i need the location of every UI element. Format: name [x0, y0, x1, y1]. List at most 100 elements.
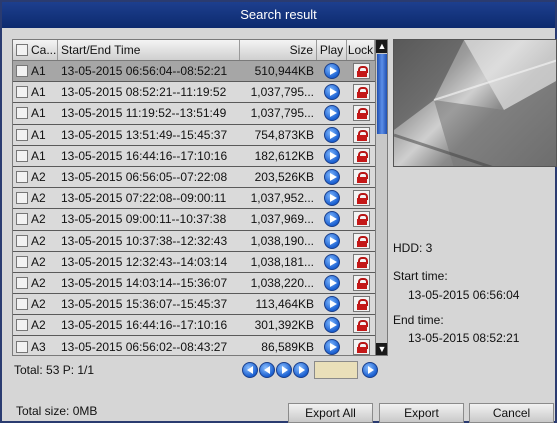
row-camera[interactable]: A2: [13, 234, 58, 248]
camera-label: A1: [31, 148, 46, 163]
table-row[interactable]: A2 13-05-2015 07:22:08--09:00:11 1,037,952…: [13, 188, 375, 210]
play-icon[interactable]: [324, 232, 340, 249]
row-camera[interactable]: A2: [13, 255, 58, 269]
row-checkbox[interactable]: [16, 107, 28, 120]
table-row[interactable]: A1 13-05-2015 16:44:16--17:10:16 182,612KB: [13, 145, 375, 167]
select-all-checkbox[interactable]: [16, 44, 28, 56]
lock-icon[interactable]: [352, 211, 370, 228]
row-time: 13-05-2015 08:52:21--11:19:52: [61, 85, 227, 100]
header-time[interactable]: Start/End Time: [58, 40, 240, 60]
play-icon[interactable]: [324, 169, 340, 186]
row-camera[interactable]: A2: [13, 276, 58, 290]
row-checkbox[interactable]: [16, 298, 28, 311]
lock-icon[interactable]: [352, 338, 370, 355]
table-row[interactable]: A1 13-05-2015 06:56:04--08:52:21 510,944KB: [13, 61, 375, 83]
table-row[interactable]: A2 13-05-2015 06:56:05--07:22:08 203,526KB: [13, 166, 375, 189]
play-icon[interactable]: [324, 63, 340, 80]
row-time: 13-05-2015 16:44:16--17:10:16: [61, 148, 228, 163]
row-camera[interactable]: A2: [13, 191, 58, 205]
row-camera[interactable]: A2: [13, 297, 58, 311]
scroll-up-icon[interactable]: ▲: [376, 40, 387, 53]
lock-icon[interactable]: [352, 190, 370, 207]
table-row[interactable]: A1 13-05-2015 11:19:52--13:51:49 1,037,795…: [13, 103, 375, 125]
lock-icon[interactable]: [352, 126, 370, 143]
row-camera[interactable]: A2: [13, 212, 58, 226]
export-button[interactable]: Export: [379, 403, 464, 423]
lock-icon[interactable]: [352, 253, 370, 270]
row-checkbox[interactable]: [16, 276, 28, 289]
row-checkbox[interactable]: [16, 149, 28, 162]
scroll-thumb[interactable]: [377, 54, 387, 134]
row-time: 13-05-2015 12:32:43--14:03:14: [61, 254, 228, 269]
table-row[interactable]: A2 13-05-2015 09:00:11--10:37:38 1,037,969…: [13, 209, 375, 231]
lock-icon[interactable]: [352, 147, 370, 164]
row-camera[interactable]: A1: [13, 64, 58, 78]
header-camera[interactable]: Ca...: [13, 40, 58, 60]
header-size[interactable]: Size: [240, 40, 317, 60]
table-row[interactable]: A2 13-05-2015 12:32:43--14:03:14 1,038,181…: [13, 251, 375, 273]
row-checkbox[interactable]: [16, 65, 28, 78]
lock-icon[interactable]: [352, 317, 370, 334]
lock-icon[interactable]: [352, 63, 370, 80]
camera-label: A2: [31, 170, 46, 185]
play-icon[interactable]: [324, 253, 340, 270]
row-checkbox[interactable]: [16, 255, 28, 268]
row-camera[interactable]: A3: [13, 340, 58, 354]
row-camera[interactable]: A2: [13, 318, 58, 332]
row-camera[interactable]: A1: [13, 106, 58, 120]
row-size: 1,038,220...: [250, 275, 314, 290]
row-camera[interactable]: A1: [13, 128, 58, 142]
row-checkbox[interactable]: [16, 192, 28, 205]
table-row[interactable]: A2 13-05-2015 15:36:07--15:45:37 113,464KB: [13, 294, 375, 316]
table-row[interactable]: A3 13-05-2015 06:56:02--08:43:27 86,589KB: [13, 336, 375, 355]
play-icon[interactable]: [324, 317, 340, 334]
play-icon[interactable]: [324, 147, 340, 164]
row-checkbox[interactable]: [16, 213, 28, 226]
cancel-button[interactable]: Cancel: [469, 403, 554, 423]
next-page-icon[interactable]: [276, 362, 292, 378]
table-row[interactable]: A2 13-05-2015 10:37:38--12:32:43 1,038,190…: [13, 230, 375, 252]
row-camera[interactable]: A1: [13, 85, 58, 99]
row-size: 1,037,795...: [250, 106, 314, 121]
play-icon[interactable]: [324, 338, 340, 355]
row-checkbox[interactable]: [16, 340, 28, 353]
play-icon[interactable]: [324, 84, 340, 101]
first-page-icon[interactable]: [242, 362, 258, 378]
start-time-label: Start time:: [393, 269, 448, 283]
row-checkbox[interactable]: [16, 86, 28, 99]
scrollbar[interactable]: ▲ ▼: [375, 40, 387, 355]
row-camera[interactable]: A2: [13, 170, 58, 184]
go-page-icon[interactable]: [362, 362, 378, 378]
row-checkbox[interactable]: [16, 234, 28, 247]
camera-label: A1: [31, 85, 46, 100]
lock-icon[interactable]: [352, 169, 370, 186]
table-row[interactable]: A1 13-05-2015 08:52:21--11:19:52 1,037,795…: [13, 82, 375, 104]
play-icon[interactable]: [324, 296, 340, 313]
page-number-input[interactable]: [314, 361, 358, 379]
scroll-down-icon[interactable]: ▼: [376, 343, 387, 355]
lock-icon[interactable]: [352, 274, 370, 291]
lock-icon[interactable]: [352, 84, 370, 101]
row-checkbox[interactable]: [16, 171, 28, 184]
row-checkbox[interactable]: [16, 128, 28, 141]
table-row[interactable]: A2 13-05-2015 14:03:14--15:36:07 1,038,220…: [13, 272, 375, 295]
lock-icon[interactable]: [352, 296, 370, 313]
lock-icon[interactable]: [352, 232, 370, 249]
last-page-icon[interactable]: [293, 362, 309, 378]
row-size: 1,037,969...: [250, 212, 314, 227]
lock-icon[interactable]: [352, 105, 370, 122]
play-icon[interactable]: [324, 211, 340, 228]
table-row[interactable]: A1 13-05-2015 13:51:49--15:45:37 754,873KB: [13, 124, 375, 146]
table-row[interactable]: A2 13-05-2015 16:44:16--17:10:16 301,392KB: [13, 315, 375, 337]
play-icon[interactable]: [324, 105, 340, 122]
prev-page-icon[interactable]: [259, 362, 275, 378]
row-camera[interactable]: A1: [13, 149, 58, 163]
play-icon[interactable]: [324, 126, 340, 143]
row-checkbox[interactable]: [16, 319, 28, 332]
play-icon[interactable]: [324, 190, 340, 207]
table-rows: A1 13-05-2015 06:56:04--08:52:21 510,944KB…: [13, 61, 375, 355]
export-all-button[interactable]: Export All: [288, 403, 373, 423]
play-icon[interactable]: [324, 274, 340, 291]
row-time: 13-05-2015 16:44:16--17:10:16: [61, 318, 228, 333]
row-size: 182,612KB: [254, 148, 314, 163]
